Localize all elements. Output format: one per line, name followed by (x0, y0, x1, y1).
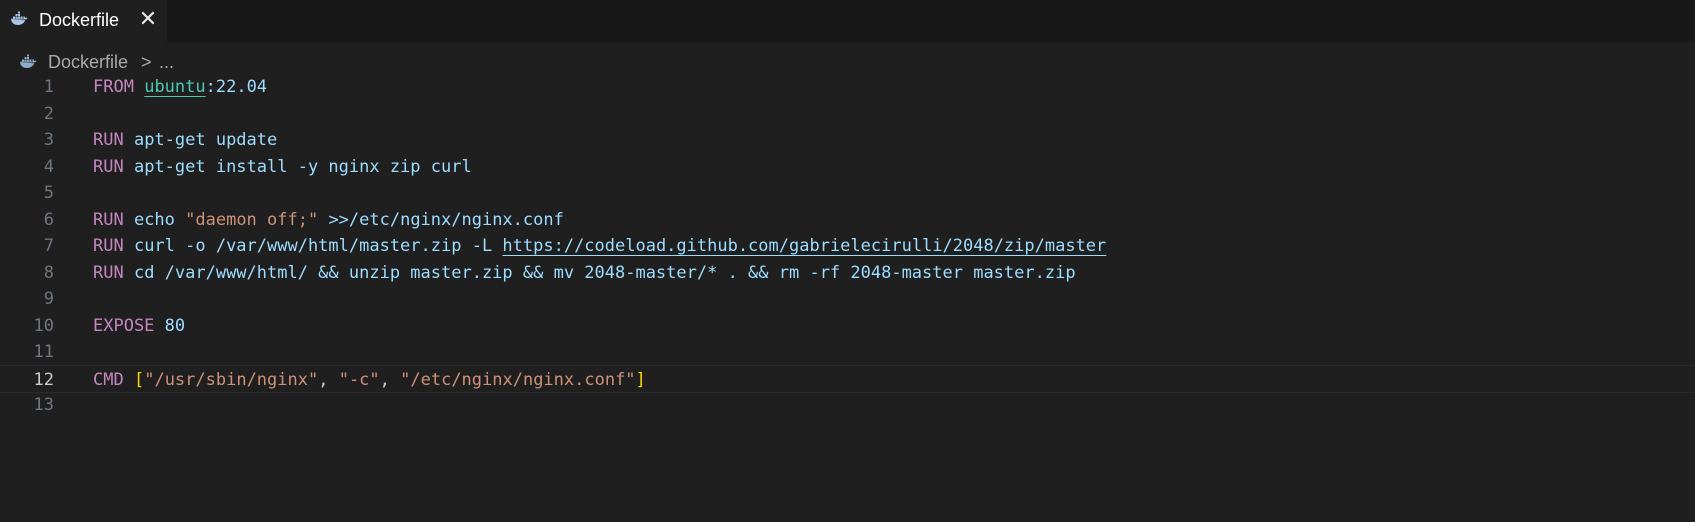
breadcrumb-more[interactable]: ... (159, 51, 174, 73)
code-line[interactable]: 7 RUN curl -o /var/www/html/master.zip -L… (0, 232, 1695, 260)
code-token: [ (133, 369, 145, 390)
tab-dockerfile[interactable]: Dockerfile ✕ (0, 0, 167, 42)
code-token: , (379, 369, 401, 390)
code-token: apt-get install -y nginx zip curl (123, 156, 472, 177)
chevron-right-icon: > (141, 52, 152, 72)
code-text: RUN apt-get update (93, 126, 277, 154)
code-token: RUN (93, 130, 124, 150)
code-line[interactable]: 12 CMD ["/usr/sbin/nginx", "-c", "/etc/ng… (0, 364, 1695, 394)
code-token: :22.04 (205, 77, 268, 97)
code-line[interactable]: 10 EXPOSE 80 (0, 312, 1695, 340)
line-number: 2 (43, 103, 54, 124)
code-token: curl -o /var/www/html/master.zip -L (123, 236, 503, 256)
code-line[interactable]: 1 FROM ubuntu:22.04 (0, 73, 1695, 101)
code-line[interactable]: 6 RUN echo "daemon off;" >>/etc/nginx/ngi… (0, 206, 1695, 234)
line-number: 4 (43, 156, 54, 177)
code-token: , (318, 369, 339, 390)
code-text: FROM ubuntu:22.04 (93, 73, 267, 101)
code-token: FROM (93, 77, 134, 97)
code-link[interactable]: https://codeload.github.com/gabrieleciru… (502, 236, 1106, 256)
code-line[interactable]: 13 (0, 391, 1695, 419)
breadcrumb-file[interactable]: Dockerfile (48, 51, 128, 73)
line-number: 11 (33, 342, 54, 362)
code-token: ] (635, 369, 646, 390)
code-token: 80 (154, 315, 186, 336)
code-token: RUN (93, 262, 124, 283)
code-line[interactable]: 4 RUN apt-get install -y nginx zip curl (0, 153, 1695, 181)
code-token: "/usr/sbin/nginx" (144, 369, 319, 390)
code-line[interactable]: 2 (0, 100, 1695, 128)
code-token: apt-get update (123, 130, 278, 150)
code-editor[interactable]: 1 FROM ubuntu:22.04 2 3 RUN apt-get update 4 R… (0, 77, 1695, 522)
code-text: RUN cd /var/www/html/ && unzip master.zi… (93, 259, 1076, 287)
docker-whale-icon (20, 54, 37, 68)
line-number: 6 (43, 209, 54, 230)
code-line[interactable]: 3 RUN apt-get update (0, 126, 1695, 154)
line-number: 7 (43, 236, 54, 256)
code-token: CMD (93, 369, 124, 390)
code-token: RUN (93, 236, 124, 256)
code-token: echo (123, 209, 186, 230)
code-line[interactable]: 9 (0, 285, 1695, 313)
line-number: 3 (43, 130, 54, 150)
code-token: cd /var/www/html/ && unzip master.zip &&… (123, 262, 1076, 283)
code-text: RUN apt-get install -y nginx zip curl (93, 153, 472, 181)
line-number: 9 (43, 289, 54, 309)
docker-whale-icon (11, 11, 28, 25)
code-line[interactable]: 5 (0, 179, 1695, 207)
line-number: 10 (33, 315, 54, 336)
code-token: ubuntu (144, 77, 206, 97)
code-line[interactable]: 11 (0, 338, 1695, 366)
code-token: "-c" (338, 369, 380, 390)
code-text: CMD ["/usr/sbin/nginx", "-c", "/etc/ngin… (93, 366, 646, 394)
close-icon[interactable]: ✕ (137, 8, 159, 30)
code-token: RUN (93, 156, 124, 177)
code-token: EXPOSE (93, 315, 155, 336)
line-number: 5 (43, 183, 54, 203)
line-number: 1 (43, 77, 54, 97)
code-token: "daemon off;" (185, 209, 319, 230)
tab-label: Dockerfile (39, 10, 120, 30)
line-number: 8 (43, 262, 54, 283)
tab-bar: Dockerfile ✕ (0, 0, 1695, 42)
code-text: RUN curl -o /var/www/html/master.zip -L … (93, 232, 1106, 260)
code-token: >>/etc/nginx/nginx.conf (318, 209, 564, 230)
code-text: RUN echo "daemon off;" >>/etc/nginx/ngin… (93, 206, 564, 234)
code-text: EXPOSE 80 (93, 312, 185, 340)
code-token: "/etc/nginx/nginx.conf" (400, 369, 636, 390)
code-line[interactable]: 8 RUN cd /var/www/html/ && unzip master.z… (0, 259, 1695, 287)
line-number: 13 (33, 395, 54, 415)
code-token: RUN (93, 209, 124, 230)
line-number: 12 (33, 369, 54, 390)
